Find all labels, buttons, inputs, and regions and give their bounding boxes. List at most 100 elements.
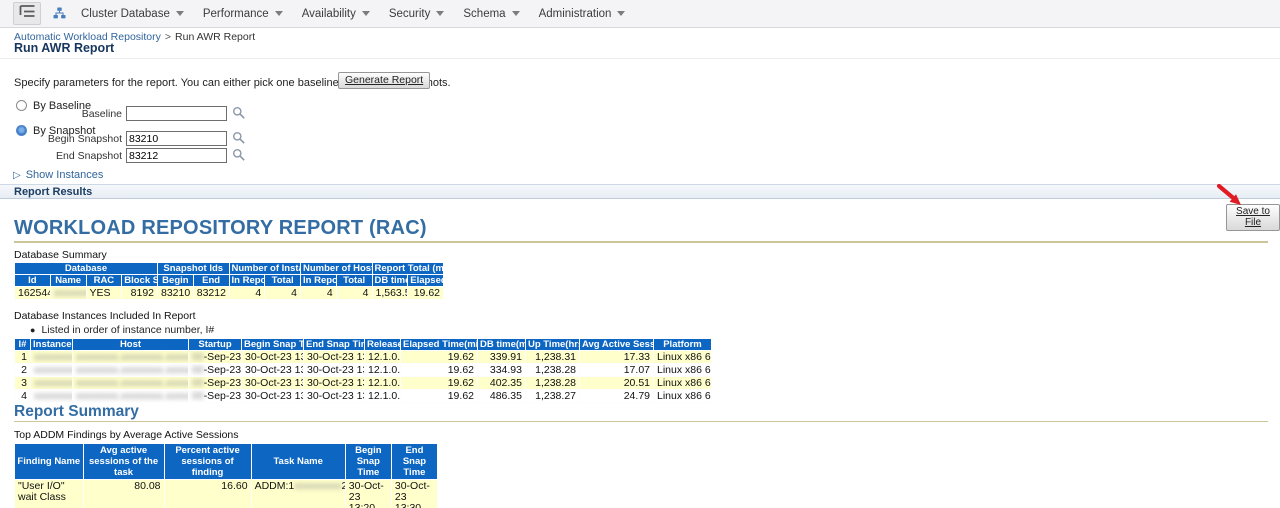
menu-security[interactable]: Security <box>380 4 455 24</box>
inst-name-masked: xxxxxxxxx <box>34 390 72 402</box>
title-underline <box>14 241 1268 243</box>
inst-startup: 00-Sep-23 23:23 <box>188 376 242 390</box>
col-header: DB time <box>371 274 409 287</box>
task-masked: xxxxxxxxx <box>294 480 342 492</box>
menu-availability[interactable]: Availability <box>293 4 380 24</box>
db-time-cell: 1,563.53 <box>371 286 409 300</box>
col-header: Elapsed Time(min) <box>400 338 478 351</box>
col-header: Name <box>49 274 87 287</box>
inst-host: xxxxxxxx.xxxxxxxx.xxxxxxxx.xxx <box>72 350 189 364</box>
inst-elapsed: 19.62 <box>400 389 478 403</box>
startup-text: -Sep-23 23:23 <box>203 364 242 376</box>
inst-aas: 20.51 <box>579 376 654 390</box>
end-snapshot-input[interactable] <box>126 148 227 163</box>
hosts-in-report-cell: 4 <box>300 286 337 300</box>
menu-label: Availability <box>301 7 356 20</box>
finding-begin-snap: 30-Oct-23 13:20 <box>344 479 392 508</box>
breadcrumb-current: Run AWR Report <box>175 31 256 43</box>
snap-begin-cell: 83210 <box>157 286 194 300</box>
begin-snapshot-input[interactable] <box>126 131 227 146</box>
menu-schema[interactable]: Schema <box>454 4 529 24</box>
menu-administration[interactable]: Administration <box>530 4 636 24</box>
menu-label: Administration <box>538 7 612 20</box>
col-header: Avg Active Sessions <box>579 338 654 351</box>
database-summary-label: Database Summary <box>14 249 107 261</box>
inst-host-masked: xxxxxxxx.xxxxxxxx.xxxxxxxx.xxx <box>76 364 188 376</box>
inst-end-snap: 30-Oct-23 13:40 <box>303 363 365 377</box>
group-header-row: Database Snapshot Ids Number of Instance… <box>14 262 444 275</box>
menu-label: Performance <box>202 7 269 20</box>
db-id-cell: 162544xxxxxxx <box>14 286 51 300</box>
inst-uptime: 1,238.28 <box>525 363 580 377</box>
col-header: Total <box>264 274 301 287</box>
target-navigation-button[interactable] <box>13 2 41 25</box>
startup-day-masked: 00 <box>192 377 204 389</box>
task-name: ADDM:1xxxxxxxxx211 <box>250 479 346 508</box>
inst-name: xxxxxxxxx <box>30 389 73 403</box>
cluster-database-icon <box>53 7 66 20</box>
inst-aas: 17.33 <box>579 350 654 364</box>
bullet-text: Listed in order of instance number, I# <box>41 324 215 336</box>
inst-platform: Linux x86 64-bit <box>653 363 712 377</box>
addm-findings-label: Top ADDM Findings by Average Active Sess… <box>14 429 239 441</box>
page-title: Run AWR Report <box>14 41 115 55</box>
database-summary-table: Database Snapshot Ids Number of Instance… <box>14 262 444 300</box>
db-name-masked: xxxxxxxx <box>53 287 86 299</box>
db-name-cell: xxxxxxxx <box>49 286 87 300</box>
col-header: Release <box>364 338 401 351</box>
inst-name: xxxxxxxxx <box>30 363 73 377</box>
inst-host-masked: xxxxxxxx.xxxxxxxx.xxxxxxxx.xxx <box>76 377 188 389</box>
show-instances-toggle[interactable]: ▷ Show Instances <box>13 169 103 181</box>
chevron-down-icon <box>274 11 283 16</box>
table-row: 162544xxxxxxx xxxxxxxx YES 8192 83210 83… <box>14 286 444 300</box>
inst-platform: Linux x86 64-bit <box>653 389 712 403</box>
task-prefix: ADDM:1 <box>254 480 295 492</box>
chevron-down-icon <box>511 11 520 16</box>
baseline-search-icon[interactable] <box>232 106 246 125</box>
inst-uptime: 1,238.31 <box>525 350 580 364</box>
inst-num: 3 <box>14 376 31 390</box>
report-results-header: Report Results <box>0 184 1280 199</box>
hosts-total-cell: 4 <box>335 286 373 300</box>
menu-cluster-database[interactable]: Cluster Database <box>72 4 194 24</box>
header-row: Id Name RAC Block Size Begin End In Repo… <box>14 274 444 287</box>
inst-elapsed: 19.62 <box>400 363 478 377</box>
header-row: Finding Name Avg active sessions of the … <box>14 443 439 480</box>
table-row: 3 xxxxxxxxx xxxxxxxx.xxxxxxxx.xxxxxxxx.x… <box>14 376 712 390</box>
finding-name: "User I/O" wait Class <box>14 479 84 508</box>
col-header: Percent active sessions of finding <box>163 443 252 480</box>
table-row: 4 xxxxxxxxx xxxxxxxx.xxxxxxxx.xxxxxxxx.x… <box>14 389 712 403</box>
baseline-input[interactable] <box>126 106 227 121</box>
pct-active-sessions: 16.60 <box>163 479 252 508</box>
generate-report-button[interactable]: Generate Report <box>338 72 431 89</box>
menu-label: Cluster Database <box>81 7 170 20</box>
inst-release: 12.1.0.2.0 <box>364 350 401 364</box>
inst-host: xxxxxxxx.xxxxxxxx.xxxxxxxx.xxx <box>72 376 189 390</box>
menu-performance[interactable]: Performance <box>194 4 293 24</box>
inst-platform: Linux x86 64-bit <box>653 350 712 364</box>
header-row: I# Instance Host Startup Begin Snap Time… <box>14 338 712 351</box>
inst-elapsed: 19.62 <box>400 376 478 390</box>
col-header: Block Size <box>121 274 158 287</box>
header-divider <box>0 58 1280 59</box>
db-rac-cell: YES <box>85 286 123 300</box>
annotation-arrow-icon <box>1216 183 1246 215</box>
inst-elapsed: 19.62 <box>400 350 478 364</box>
col-header: End <box>192 274 230 287</box>
col-header: Begin Snap Time <box>241 338 304 351</box>
startup-text: -Sep-23 23:23 <box>203 377 242 389</box>
inst-release: 12.1.0.2.0 <box>364 376 401 390</box>
instances-section-label: Database Instances Included In Report <box>14 310 196 322</box>
startup-text: -Sep-23 23:23 <box>203 390 242 402</box>
inst-release: 12.1.0.2.0 <box>364 363 401 377</box>
menu-label: Security <box>388 7 431 20</box>
inst-uptime: 1,238.27 <box>525 389 580 403</box>
col-header: Finding Name <box>14 443 84 480</box>
col-header: Begin Snap Time <box>344 443 392 480</box>
col-header: Startup <box>188 338 242 351</box>
col-header: Host <box>72 338 189 351</box>
breadcrumb-separator: > <box>164 31 172 43</box>
col-header: Snapshot Ids <box>157 262 230 275</box>
end-snapshot-search-icon[interactable] <box>232 148 246 167</box>
chevron-down-icon <box>361 11 370 16</box>
